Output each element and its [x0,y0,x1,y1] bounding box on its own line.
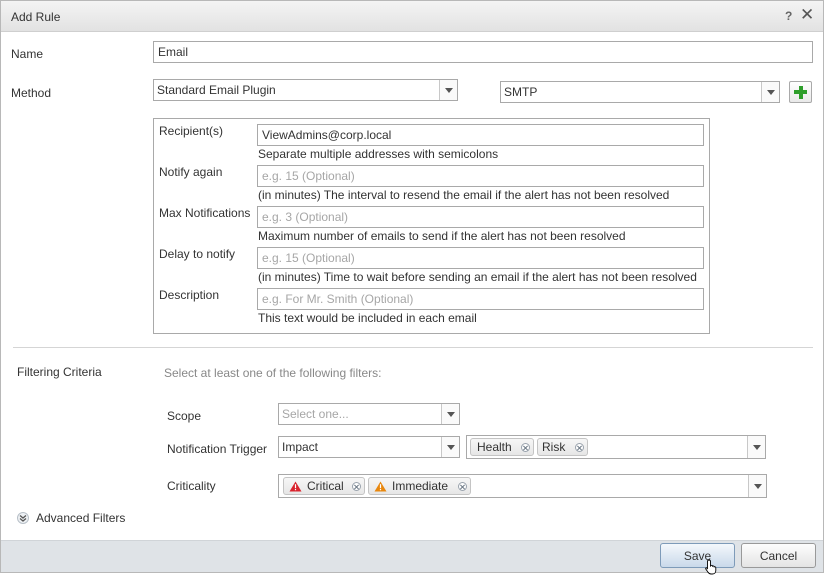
tag-label: Health [477,440,512,454]
notification-trigger-value: Impact [282,440,319,454]
save-button[interactable]: Save [660,543,735,568]
filtering-hint: Select at least one of the following fil… [164,366,382,380]
remove-tag-icon[interactable] [521,443,530,452]
tag-critical: Critical [283,477,365,495]
close-icon[interactable]: ✕ [800,5,814,25]
chevron-down-icon[interactable] [439,80,457,100]
method-label: Method [11,86,52,100]
recipients-hint: Separate multiple addresses with semicol… [258,147,499,161]
scope-placeholder: Select one... [282,407,349,421]
section-divider [13,347,813,348]
tag-health: Health [470,438,534,456]
tag-risk: Risk [537,438,588,456]
notify-again-label: Notify again [159,165,223,179]
description-label: Description [159,288,220,302]
tag-label: Critical [307,479,344,493]
chevron-down-icon[interactable] [441,404,459,424]
advanced-filters-label: Advanced Filters [36,511,126,525]
recipients-input[interactable] [257,124,704,146]
name-label: Name [11,47,44,61]
chevron-down-icon[interactable] [441,437,459,457]
add-instance-button[interactable] [789,81,812,103]
chevron-down-icon[interactable] [748,475,766,497]
dialog-title: Add Rule [11,10,61,24]
method-instance-select[interactable]: SMTP [500,81,780,103]
remove-tag-icon[interactable] [575,443,584,452]
double-chevron-down-icon [17,512,29,524]
notify-again-hint: (in minutes) The interval to resend the … [258,188,670,202]
max-notifications-label: Max Notifications [159,206,251,220]
delay-to-notify-input[interactable] [257,247,704,269]
warning-icon [374,481,387,492]
notify-again-input[interactable] [257,165,704,187]
chevron-down-icon[interactable] [761,82,779,102]
max-notifications-input[interactable] [257,206,704,228]
cancel-button[interactable]: Cancel [741,543,816,568]
recipients-label: Recipient(s) [159,124,224,138]
description-input[interactable] [257,288,704,310]
criticality-tags-input[interactable]: Critical Immediate [278,474,767,498]
description-hint: This text would be included in each emai… [258,311,477,325]
filtering-criteria-label: Filtering Criteria [17,365,102,379]
warning-icon [289,481,302,492]
tag-immediate: Immediate [368,477,471,495]
add-rule-dialog: Add Rule ? ✕ Name Method Standard Email … [0,0,824,575]
chevron-down-icon[interactable] [747,436,765,458]
remove-tag-icon[interactable] [458,482,467,491]
scope-label: Scope [167,409,202,423]
delay-to-notify-label: Delay to notify [159,247,236,261]
tag-label: Risk [542,440,566,454]
help-icon[interactable]: ? [785,9,792,23]
remove-tag-icon[interactable] [352,482,361,491]
criticality-label: Criticality [167,479,216,493]
notification-trigger-select[interactable]: Impact [278,436,460,458]
tag-label: Immediate [392,479,449,493]
method-plugin-select[interactable]: Standard Email Plugin [153,79,458,101]
name-input[interactable] [153,41,813,63]
method-plugin-value: Standard Email Plugin [157,83,276,97]
trigger-tags-input[interactable]: Health Risk [466,435,766,459]
title-bar: Add Rule ? ✕ [1,1,823,32]
method-instance-value: SMTP [504,85,538,99]
scope-select[interactable]: Select one... [278,403,460,425]
max-notifications-hint: Maximum number of emails to send if the … [258,229,626,243]
delay-to-notify-hint: (in minutes) Time to wait before sending… [258,270,697,284]
notification-trigger-label: Notification Trigger [167,442,268,456]
